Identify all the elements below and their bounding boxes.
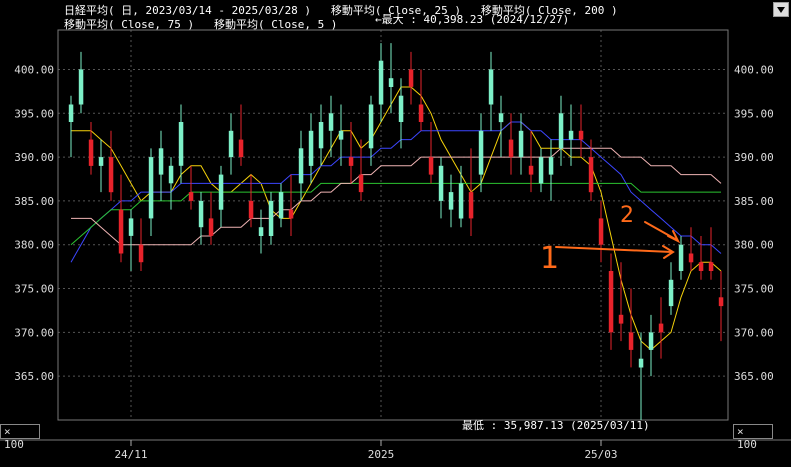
annotation-mark-1: 1 <box>540 241 559 276</box>
candle-body <box>478 130 484 175</box>
candle-body <box>188 192 194 201</box>
candle-body <box>448 192 454 210</box>
candle-body <box>508 139 514 158</box>
y-tick-label-left: 380.00 <box>14 239 54 252</box>
y-tick-label-right: 380.00 <box>734 239 774 252</box>
candle-body <box>268 200 274 236</box>
candle-body <box>468 192 474 219</box>
candle-body <box>608 271 614 333</box>
candle-body <box>398 95 404 122</box>
y-tick-label-right: 370.00 <box>734 326 774 339</box>
hand-annotations: 12 <box>540 203 681 276</box>
y-tick-label-left: 390.00 <box>14 151 54 164</box>
candle-body <box>578 130 584 140</box>
candle-body <box>518 130 524 158</box>
candle-body <box>428 157 434 175</box>
chart-menu-dropdown-icon[interactable] <box>773 2 789 17</box>
candle-body <box>718 297 724 307</box>
candle-body <box>388 78 394 87</box>
candle-body <box>258 227 264 236</box>
candle-body <box>528 165 534 175</box>
candle-body <box>118 209 124 254</box>
chart-legend-line-2: 移動平均( Close, 75 ) 移動平均( Close, 5 ) <box>64 18 338 31</box>
candle-body <box>308 130 314 166</box>
x-tick-label: 25/03 <box>584 448 617 461</box>
chart-axes: 365.00 365.00 370.00 370.00 375.00 375.00 380.… <box>0 29 791 461</box>
candle-body <box>418 104 424 122</box>
candle-body <box>538 157 544 184</box>
candle-body <box>598 218 604 245</box>
candle-body <box>168 165 174 184</box>
candle-body <box>648 332 654 350</box>
candle-body <box>198 200 204 228</box>
candlesticks <box>68 43 724 420</box>
candle-body <box>488 69 494 105</box>
candle-body <box>298 148 304 184</box>
candle-body <box>338 130 344 140</box>
candle-body <box>358 174 364 193</box>
min-value-note: 最低 : 35,987.13 (2025/03/11) <box>462 419 650 432</box>
candle-body <box>668 279 674 307</box>
candle-body <box>458 183 464 219</box>
y-tick-label-right: 385.00 <box>734 195 774 208</box>
candle-body <box>288 209 294 219</box>
candle-body <box>318 122 324 149</box>
candle-body <box>618 314 624 324</box>
candle-body <box>708 262 714 271</box>
candle-body <box>148 157 154 219</box>
y-tick-label-right: 365.00 <box>734 370 774 383</box>
y-tick-label-right: 400.00 <box>734 63 774 76</box>
candle-body <box>158 148 164 175</box>
y-tick-label-left: 365.00 <box>14 370 54 383</box>
candle-body <box>438 165 444 201</box>
candle-body <box>278 192 284 219</box>
candle-body <box>698 262 704 271</box>
candle-body <box>218 174 224 210</box>
candle-body <box>658 323 664 333</box>
candle-body <box>408 69 414 87</box>
candle-body <box>368 104 374 149</box>
candle-body <box>678 244 684 271</box>
candle-body <box>498 113 504 123</box>
candle-body <box>238 139 244 158</box>
candle-body <box>628 332 634 350</box>
candle-body <box>588 157 594 193</box>
candle-body <box>328 113 334 131</box>
stock-chart[interactable]: 365.00 365.00 370.00 370.00 375.00 375.00 380.… <box>0 0 791 467</box>
candle-body <box>208 218 214 236</box>
candle-body <box>378 60 384 105</box>
candle-body <box>98 157 104 166</box>
candle-body <box>108 157 114 193</box>
y-tick-label-right: 395.00 <box>734 107 774 120</box>
y-tick-label-left: 395.00 <box>14 107 54 120</box>
candle-body <box>178 122 184 166</box>
max-value-note: ←最大 : 40,398.23 (2024/12/27) <box>375 13 570 26</box>
scale-indicator-right[interactable]: × 100 <box>733 424 773 451</box>
y-tick-label-right: 375.00 <box>734 283 774 296</box>
y-tick-label-left: 375.00 <box>14 283 54 296</box>
candle-body <box>128 218 134 236</box>
candle-body <box>558 113 564 149</box>
ma25-line <box>70 121 722 263</box>
ma200-line <box>71 147 722 246</box>
candle-body <box>548 157 554 175</box>
scale-indicator-left[interactable]: × 100 <box>0 424 40 451</box>
annotation-mark-2: 2 <box>620 203 634 228</box>
x-tick-label: 2025 <box>368 448 395 461</box>
candle-body <box>78 69 84 105</box>
y-tick-label-left: 370.00 <box>14 326 54 339</box>
candle-body <box>638 358 644 368</box>
y-tick-label-right: 390.00 <box>734 151 774 164</box>
candle-body <box>88 139 94 166</box>
candle-body <box>568 130 574 140</box>
x-tick-label: 24/11 <box>114 448 147 461</box>
y-tick-label-left: 385.00 <box>14 195 54 208</box>
candle-body <box>138 244 144 263</box>
candle-body <box>68 104 74 122</box>
candle-body <box>248 200 254 219</box>
candle-body <box>228 130 234 158</box>
y-tick-label-left: 400.00 <box>14 63 54 76</box>
candle-body <box>348 157 354 166</box>
candle-body <box>688 253 694 263</box>
